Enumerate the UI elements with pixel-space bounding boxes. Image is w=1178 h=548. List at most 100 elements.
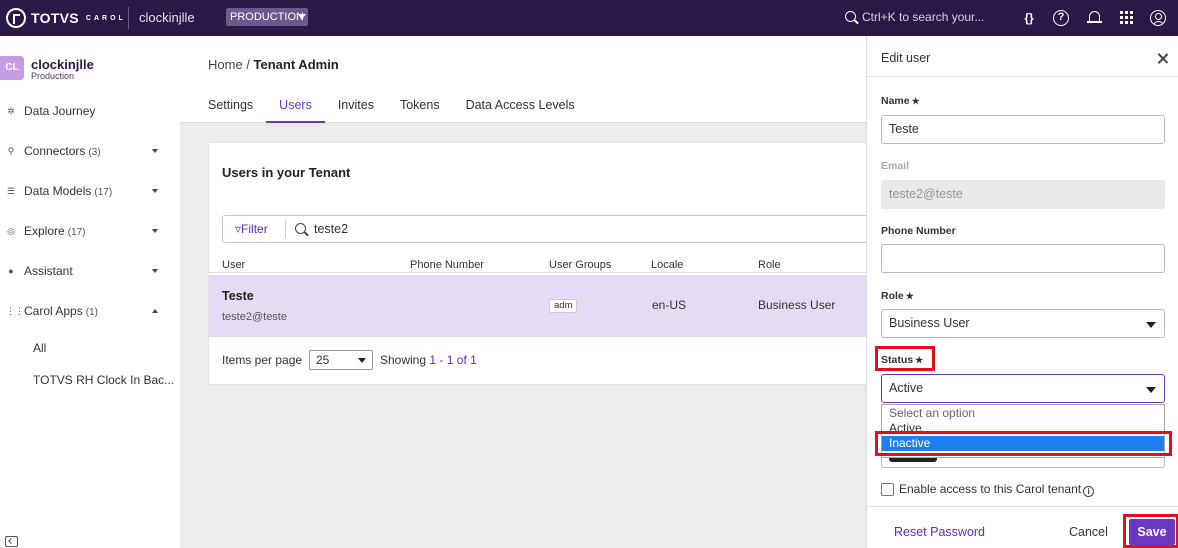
breadcrumb-separator: / (242, 57, 254, 72)
tab-settings[interactable]: Settings (208, 98, 253, 123)
users-card: Users in your Tenant ▿Filter teste2 User… (208, 142, 867, 385)
page-header: Home / Tenant Admin Settings Users Invit… (180, 36, 866, 123)
table-header-divider (209, 272, 867, 273)
row-user-email: teste2@teste (222, 311, 287, 323)
chevron-down-icon (1146, 387, 1156, 393)
email-field: teste2@teste (881, 180, 1165, 209)
search-icon (295, 223, 306, 234)
items-per-page-label: Items per page (222, 353, 303, 367)
sidebar-item-count: (3) (88, 147, 101, 158)
environment-chip[interactable]: PRODUCTION (226, 8, 308, 26)
chevron-down-icon[interactable] (152, 269, 158, 273)
user-search-input[interactable]: teste2 (314, 222, 348, 236)
tenant-avatar: CL (0, 56, 24, 80)
close-icon[interactable] (1156, 51, 1170, 65)
brand-product: CAROL (85, 14, 126, 22)
sidebar-item-label: Data Journey (24, 104, 96, 118)
status-select[interactable]: Active (881, 374, 1165, 403)
brand-logo[interactable]: TOTVS CAROL (6, 7, 126, 29)
sidebar-item-label: Explore (24, 224, 65, 238)
items-per-page-select[interactable]: 25 (309, 350, 373, 370)
tab-bar: Settings Users Invites Tokens Data Acces… (208, 98, 601, 123)
apps-icon: ⋮⋮ (6, 306, 24, 316)
environment-dropdown-icon[interactable] (298, 14, 306, 19)
global-search-input[interactable]: Ctrl+K to search your... (862, 10, 984, 24)
tab-invites[interactable]: Invites (338, 98, 374, 123)
filter-bar: ▿Filter teste2 (222, 215, 867, 243)
status-label: Status ★ (881, 354, 924, 366)
tab-data-access-levels[interactable]: Data Access Levels (466, 98, 575, 123)
sidebar-item-data-journey[interactable]: ✲ Data Journey (0, 98, 180, 124)
chevron-down-icon[interactable] (152, 149, 158, 153)
column-header-locale[interactable]: Locale (651, 259, 683, 271)
sidebar-item-connectors[interactable]: ⚲ Connectors (3) (0, 138, 180, 164)
top-bar: TOTVS CAROL clockinjlle PRODUCTION Ctrl+… (0, 0, 1178, 36)
sidebar-item-count: (17) (94, 187, 113, 198)
page-title: Tenant Admin (253, 57, 339, 72)
help-icon[interactable]: ? (1053, 10, 1069, 26)
name-field[interactable]: Teste (881, 115, 1165, 144)
bell-icon[interactable] (1086, 9, 1104, 27)
sidebar-subitem-totvs-rh-clock-in[interactable]: TOTVS RH Clock In Bac... (33, 373, 174, 387)
tab-tokens[interactable]: Tokens (400, 98, 440, 123)
filter-divider (285, 221, 286, 238)
enable-access-checkbox[interactable] (881, 483, 894, 496)
braces-icon[interactable]: {} (1020, 9, 1038, 27)
chevron-down-icon[interactable] (152, 189, 158, 193)
sidebar-item-count: (17) (67, 227, 86, 238)
reset-password-button[interactable]: Reset Password (894, 525, 985, 539)
sidebar-tenant-name: clockinjlle (31, 57, 94, 72)
search-icon[interactable] (845, 11, 856, 22)
column-header-user-groups[interactable]: User Groups (549, 259, 611, 271)
chevron-down-icon[interactable] (152, 229, 158, 233)
column-header-role[interactable]: Role (758, 259, 781, 271)
phone-label: Phone Number (881, 225, 956, 237)
row-user-name: Teste (222, 289, 254, 303)
chevron-down-icon (358, 358, 366, 363)
filter-button[interactable]: ▿Filter (235, 222, 268, 236)
data-model-icon: ☰ (6, 186, 16, 196)
role-label: Role ★ (881, 290, 914, 302)
collapse-sidebar-icon[interactable] (5, 536, 18, 547)
column-header-user[interactable]: User (222, 259, 245, 271)
row-locale: en-US (652, 298, 687, 312)
breadcrumb-home[interactable]: Home (208, 57, 243, 72)
info-icon[interactable]: i (1083, 486, 1095, 497)
sidebar-item-assistant[interactable]: ● Assistant (0, 258, 180, 284)
sidebar-item-carol-apps[interactable]: ⋮⋮ Carol Apps (1) (0, 298, 180, 324)
card-title: Users in your Tenant (222, 165, 351, 180)
user-group-chip: adm (549, 299, 578, 313)
panel-footer-divider (867, 506, 1178, 507)
panel-title: Edit user (881, 51, 931, 65)
tab-users[interactable]: Users (266, 98, 325, 123)
explore-icon: ◎ (7, 226, 15, 236)
inactive-annotation-box (875, 431, 1172, 456)
role-select[interactable]: Business User (881, 309, 1165, 338)
table-row[interactable]: Teste teste2@teste adm en-US Business Us… (209, 275, 867, 337)
breadcrumb: Home / Tenant Admin (208, 57, 339, 72)
chevron-down-icon (1146, 322, 1156, 328)
column-header-phone[interactable]: Phone Number (410, 259, 484, 271)
sidebar-item-count: (1) (85, 307, 98, 318)
sidebar-tenant-environment: Production (31, 71, 75, 81)
apps-grid-icon[interactable] (1118, 9, 1136, 27)
tenant-switcher[interactable]: clockinjlle (139, 10, 195, 25)
sidebar-item-explore[interactable]: ◎ Explore (17) (0, 218, 180, 244)
items-per-page-value: 25 (316, 353, 330, 367)
chevron-up-icon[interactable] (152, 309, 158, 313)
status-option-placeholder[interactable]: Select an option (882, 406, 1164, 421)
panel-divider (867, 76, 1178, 77)
save-button[interactable]: Save (1129, 519, 1175, 545)
sidebar-item-label: Carol Apps (24, 304, 83, 318)
sidebar-item-label: Data Models (24, 184, 92, 198)
cancel-button[interactable]: Cancel (1069, 525, 1108, 539)
sidebar-item-data-models[interactable]: ☰ Data Models (17) (0, 178, 180, 204)
filter-label: Filter (241, 222, 268, 236)
sidebar-subitem-all[interactable]: All (33, 341, 46, 355)
phone-field[interactable] (881, 244, 1165, 273)
status-select-value: Active (889, 381, 924, 395)
row-role: Business User (758, 298, 836, 312)
enable-access-label: Enable access to this Carol tenant i (899, 482, 1095, 497)
sidebar-item-label: Connectors (24, 144, 86, 158)
user-account-icon[interactable] (1150, 10, 1166, 26)
